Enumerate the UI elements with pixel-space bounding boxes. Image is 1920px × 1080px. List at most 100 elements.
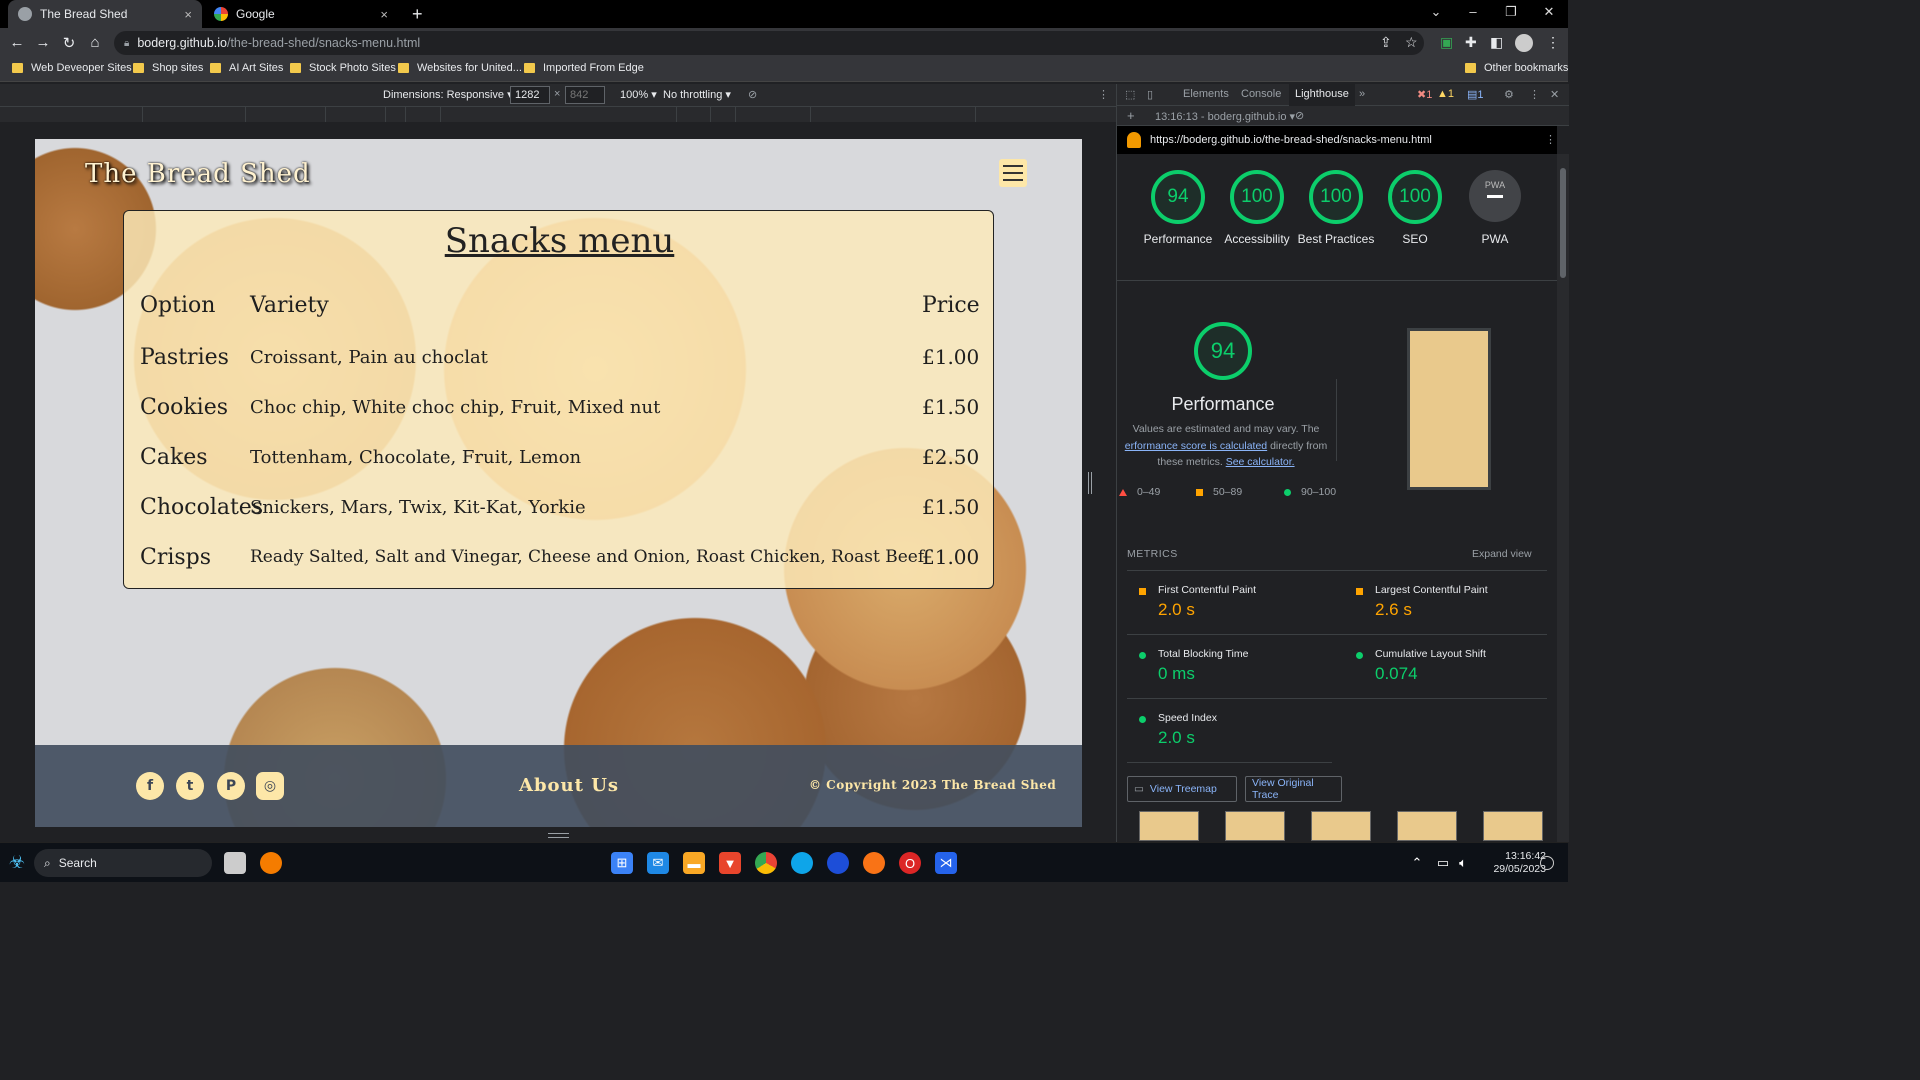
copyright-text: © Copyright 2023 The Bread Shed: [809, 778, 1057, 792]
start-menu-icon[interactable]: ⊞: [611, 852, 633, 874]
site-title[interactable]: The Bread Shed: [85, 159, 311, 189]
devtools-menu-icon[interactable]: ⋮: [1529, 88, 1540, 101]
network-icon[interactable]: ▭: [1432, 852, 1454, 874]
width-input[interactable]: 1282: [510, 86, 550, 104]
hamburger-menu-icon[interactable]: [999, 159, 1027, 187]
clear-icon[interactable]: ⊘: [1295, 109, 1304, 122]
message-badge[interactable]: ▤1: [1467, 88, 1484, 101]
home-icon[interactable]: ⌂: [86, 34, 104, 51]
brave-icon[interactable]: ▼: [719, 852, 741, 874]
error-badge[interactable]: ✖1: [1417, 88, 1432, 101]
menu-variety: Croissant, Pain au choclat: [250, 347, 488, 368]
forward-icon[interactable]: →: [34, 34, 52, 51]
new-report-icon[interactable]: +: [1127, 108, 1135, 123]
task-view-icon[interactable]: [224, 852, 246, 874]
best-practices-gauge[interactable]: 100: [1309, 170, 1363, 224]
metric-name: First Contentful Paint: [1158, 584, 1257, 596]
lighthouse-icon: [1127, 132, 1141, 148]
start-icon[interactable]: ☣: [6, 851, 28, 873]
header-variety: Variety: [250, 293, 329, 318]
report-url[interactable]: https://boderg.github.io/the-bread-shed/…: [1150, 134, 1432, 146]
bookmark-folder[interactable]: AI Art Sites: [210, 62, 283, 74]
view-treemap-button[interactable]: ▭ View Treemap: [1127, 776, 1237, 802]
other-bookmarks[interactable]: Other bookmarks: [1465, 62, 1568, 74]
accessibility-gauge[interactable]: 100: [1230, 170, 1284, 224]
avatar[interactable]: [1515, 34, 1533, 52]
back-icon[interactable]: ←: [8, 34, 26, 51]
report-menu-icon[interactable]: ⋮: [1545, 133, 1556, 146]
bookmark-folder[interactable]: Web Deveoper Sites: [12, 62, 132, 74]
share-icon[interactable]: ⇪: [1380, 34, 1392, 51]
system-clock[interactable]: 13:16:42 29/05/2023: [1488, 850, 1546, 876]
bookmark-star-icon[interactable]: ☆: [1405, 34, 1418, 51]
taskbar-search[interactable]: ⌕ Search: [34, 849, 212, 877]
side-panel-icon[interactable]: ◧: [1490, 34, 1503, 51]
file-explorer-icon[interactable]: ▬: [683, 852, 705, 874]
more-options-icon[interactable]: ⋮: [1098, 88, 1109, 101]
bookmark-folder[interactable]: Imported From Edge: [524, 62, 644, 74]
chat-icon[interactable]: [260, 852, 282, 874]
tab-search-icon[interactable]: ⌄: [1421, 4, 1451, 20]
warning-badge[interactable]: ▲1: [1437, 88, 1454, 100]
address-bar[interactable]: 🔒︎ boderg.github.io/the-bread-shed/snack…: [114, 31, 1424, 55]
bottom-resize-handle[interactable]: [548, 833, 569, 838]
close-devtools-icon[interactable]: ✕: [1550, 88, 1559, 101]
seo-gauge[interactable]: 100: [1388, 170, 1442, 224]
devtools-scrollbar[interactable]: [1557, 154, 1569, 842]
rotate-icon[interactable]: ⊘: [748, 88, 757, 101]
puzzle-icon[interactable]: ✚: [1465, 34, 1477, 51]
tab-console[interactable]: Console: [1241, 88, 1281, 100]
see-calculator-link[interactable]: See calculator.: [1226, 456, 1295, 468]
reload-icon[interactable]: ↻: [60, 34, 78, 52]
vscode-icon[interactable]: ⋊: [935, 852, 957, 874]
minimize-icon[interactable]: –: [1458, 4, 1488, 19]
media-query-ruler[interactable]: [0, 106, 1116, 123]
device-toggle-icon[interactable]: ▯: [1147, 88, 1153, 101]
tab-google[interactable]: Google ×: [204, 0, 398, 28]
twitter-icon[interactable]: t: [176, 772, 204, 800]
more-tabs-icon[interactable]: »: [1359, 88, 1365, 100]
bookmark-folder[interactable]: Websites for United...: [398, 62, 522, 74]
pinterest-icon[interactable]: P: [217, 772, 245, 800]
about-us-link[interactable]: About Us: [519, 775, 619, 796]
performance-gauge[interactable]: 94: [1151, 170, 1205, 224]
restore-icon[interactable]: ❐: [1496, 4, 1526, 20]
settings-gear-icon[interactable]: ⚙: [1504, 88, 1514, 101]
close-tab-icon[interactable]: ×: [380, 7, 388, 22]
view-original-trace-button[interactable]: View Original Trace: [1245, 776, 1342, 802]
volume-icon[interactable]: 🔈︎: [1452, 852, 1474, 874]
bookmark-folder[interactable]: Stock Photo Sites: [290, 62, 396, 74]
globe-icon: [18, 7, 32, 21]
throttle-dropdown[interactable]: No throttling ▾: [663, 88, 731, 101]
expand-view-toggle[interactable]: Expand view: [1472, 548, 1532, 560]
pwa-badge-icon[interactable]: PWA: [1469, 170, 1521, 222]
inspect-icon[interactable]: ⬚: [1125, 88, 1135, 101]
new-tab-button[interactable]: +: [402, 0, 433, 28]
close-window-icon[interactable]: ✕: [1534, 4, 1564, 20]
dimensions-dropdown[interactable]: Dimensions: Responsive ▾: [383, 88, 513, 101]
tab-elements[interactable]: Elements: [1183, 88, 1229, 100]
notification-icon[interactable]: [1540, 856, 1554, 870]
side-resize-handle[interactable]: [1088, 472, 1092, 494]
tab-the-bread-shed[interactable]: The Bread Shed ×: [8, 0, 202, 28]
firefox-dev-icon[interactable]: [827, 852, 849, 874]
legend-label: 0–49: [1137, 486, 1161, 498]
tray-chevron-icon[interactable]: ⌃: [1406, 852, 1428, 874]
chrome-icon[interactable]: [755, 852, 777, 874]
score-calculated-link[interactable]: erformance score is calculated: [1125, 440, 1267, 452]
menu-dots-icon[interactable]: ⋮: [1546, 34, 1560, 51]
height-input[interactable]: 842: [565, 86, 605, 104]
opera-icon[interactable]: O: [899, 852, 921, 874]
extension-icon[interactable]: ▣: [1440, 34, 1453, 51]
report-selector[interactable]: 13:16:13 - boderg.github.io ▾: [1155, 110, 1295, 123]
zoom-dropdown[interactable]: 100% ▾: [620, 88, 657, 101]
facebook-icon[interactable]: f: [136, 772, 164, 800]
instagram-icon[interactable]: ◎: [256, 772, 284, 800]
firefox-icon[interactable]: [863, 852, 885, 874]
edge-icon[interactable]: [791, 852, 813, 874]
bookmark-label: AI Art Sites: [229, 62, 284, 74]
tab-lighthouse[interactable]: Lighthouse: [1289, 84, 1355, 106]
bookmark-folder[interactable]: Shop sites: [133, 62, 203, 74]
mail-icon[interactable]: ✉: [647, 852, 669, 874]
close-tab-icon[interactable]: ×: [184, 7, 192, 22]
